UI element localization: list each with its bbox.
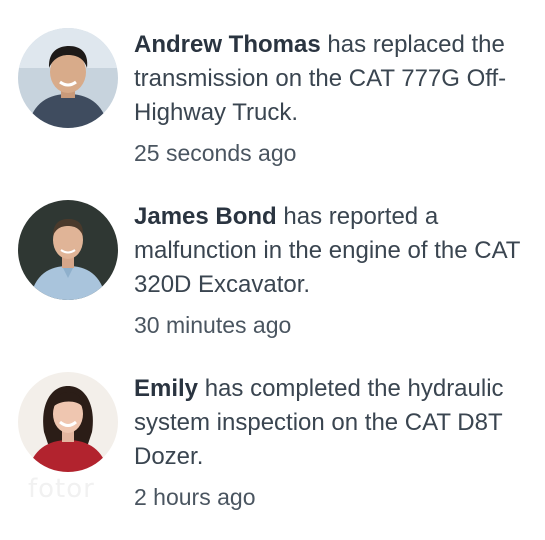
user-name[interactable]: Emily [134, 375, 198, 402]
activity-feed: Andrew Thomas has replaced the transmiss… [0, 0, 545, 540]
user-name[interactable]: Andrew Thomas [134, 31, 321, 58]
activity-text: James Bond has reported a malfunction in… [134, 200, 534, 302]
activity-item: Andrew Thomas has replaced the transmiss… [0, 22, 545, 192]
activity-item: Emily has completed the hydraulic system… [0, 366, 545, 536]
avatar-photo-emily [18, 372, 118, 472]
activity-text: Emily has completed the hydraulic system… [134, 372, 534, 474]
avatar-photo-andrew [18, 28, 118, 128]
avatar[interactable] [18, 28, 118, 128]
timestamp: 30 minutes ago [134, 312, 292, 338]
avatar-photo-james [18, 200, 118, 300]
watermark: fotor [28, 474, 95, 504]
activity-text: Andrew Thomas has replaced the transmiss… [134, 28, 534, 130]
user-name[interactable]: James Bond [134, 203, 277, 230]
avatar[interactable] [18, 372, 118, 472]
avatar[interactable] [18, 200, 118, 300]
activity-item: James Bond has reported a malfunction in… [0, 194, 545, 364]
timestamp: 25 seconds ago [134, 140, 297, 166]
timestamp: 2 hours ago [134, 484, 256, 510]
